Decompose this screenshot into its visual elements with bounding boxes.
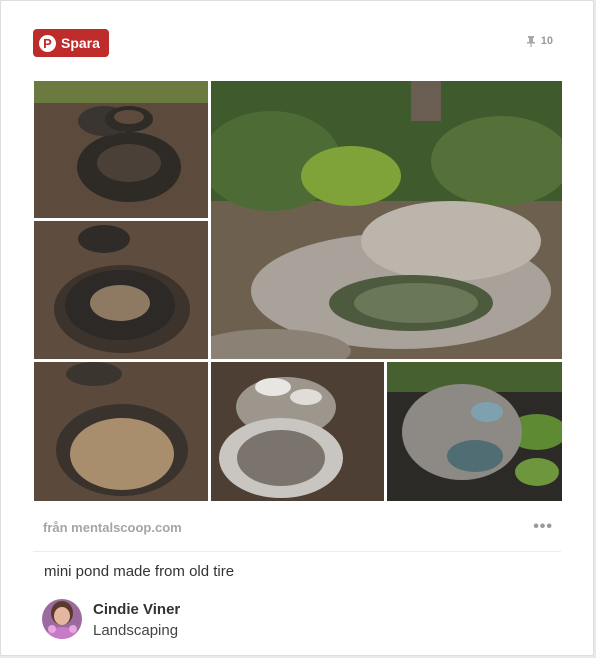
divider: [33, 551, 561, 552]
author-name[interactable]: Cindie Viner: [93, 601, 180, 618]
repin-count: 10: [525, 35, 553, 47]
pin-card: P Spara 10 från mentalscoop.com ••• mini…: [0, 0, 594, 656]
pushpin-icon: [526, 36, 535, 47]
collage-tile-tire-closeup: [34, 362, 208, 501]
pin-description: mini pond made from old tire: [44, 563, 235, 580]
board-name[interactable]: Landscaping: [93, 622, 178, 639]
collage-tile-tires: [34, 81, 208, 218]
more-dots-icon[interactable]: •••: [533, 518, 553, 536]
source-link[interactable]: från mentalscoop.com: [43, 520, 182, 535]
pinterest-p-icon: P: [39, 34, 56, 52]
pin-image[interactable]: [34, 81, 562, 501]
save-button[interactable]: P Spara: [33, 29, 109, 57]
collage-tile-finished-pond: [211, 81, 562, 359]
collage-tile-pond-water: [387, 362, 562, 501]
repin-count-value: 10: [540, 35, 553, 47]
collage-tile-rocks-liner: [211, 362, 384, 501]
save-button-label: Spara: [61, 35, 100, 51]
avatar[interactable]: [42, 599, 82, 639]
collage-tile-tire-in-hole: [34, 221, 208, 359]
